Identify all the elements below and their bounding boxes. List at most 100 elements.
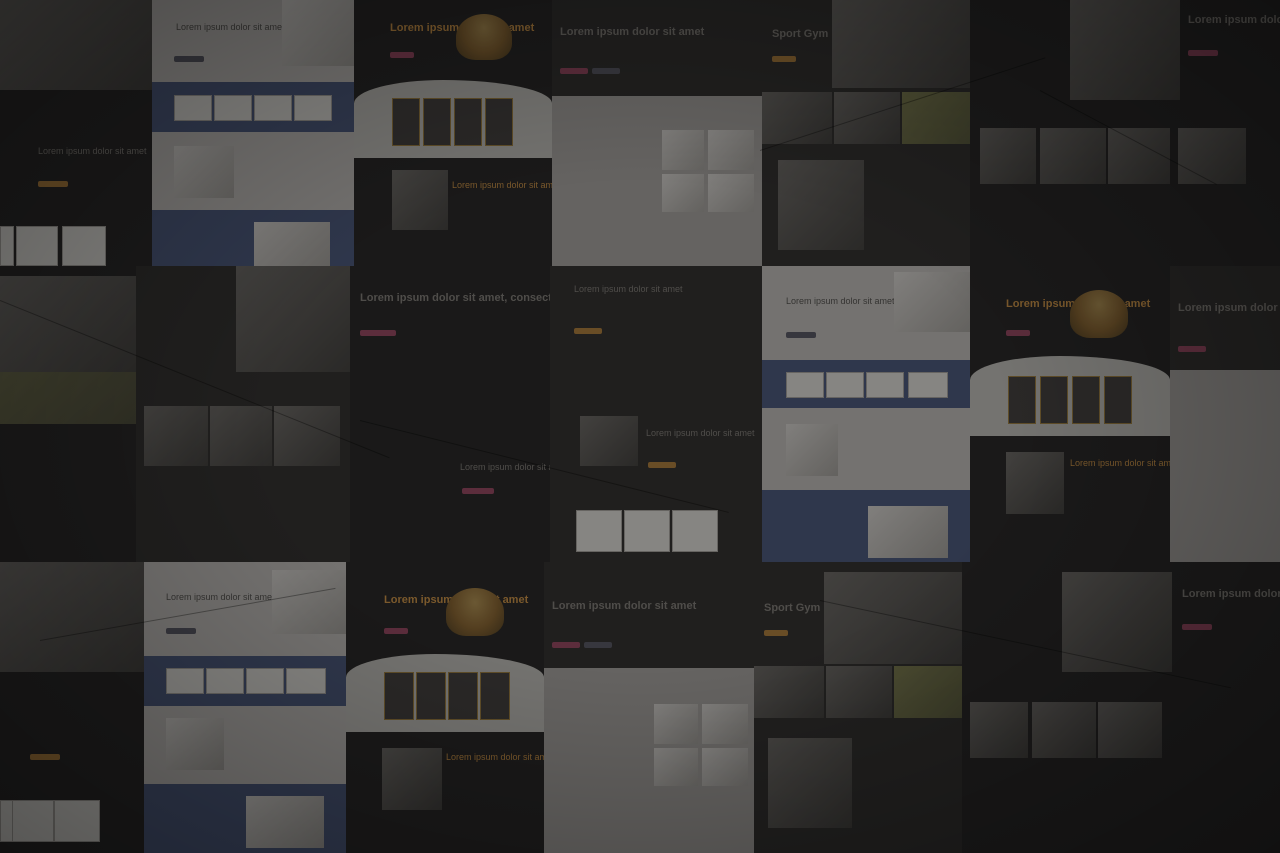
burger-image [1070, 290, 1128, 338]
fitness-photo [980, 128, 1036, 184]
gym-photo [0, 276, 136, 372]
dental-template-preview: Lorem ipsum dolor sit amet [1170, 266, 1280, 562]
fitness-photo [1178, 128, 1246, 184]
gym-photo [832, 0, 970, 88]
lorem-text: Lorem ipsum dolor sit amet [1070, 458, 1170, 468]
feature-box [0, 226, 14, 266]
feature-box [246, 668, 284, 694]
doctor-photo [174, 146, 234, 198]
fitness-photo [236, 266, 350, 372]
doctor-photo [246, 796, 324, 848]
cta-button [384, 628, 408, 634]
fitness-photo [1032, 702, 1096, 758]
cta-button [1182, 624, 1212, 630]
fitness-photo [1098, 702, 1162, 758]
gym-photo [826, 666, 892, 718]
burger-image [446, 588, 504, 636]
gym-template-preview [0, 266, 136, 562]
lorem-text: Lorem ipsum dolor sit amet [446, 752, 544, 762]
doctor-photo [254, 222, 330, 266]
menu-card [1104, 376, 1132, 424]
doctor-photo [786, 424, 838, 476]
cta-button [584, 642, 612, 648]
trainer-photo [580, 416, 638, 466]
feature-box [214, 95, 252, 121]
gallery-photo [662, 130, 704, 170]
feature-box [206, 668, 244, 694]
dental-template-preview: Lorem ipsum dolor sit amet [544, 562, 754, 853]
lorem-text: Lorem ipsum dolor sit amet [560, 26, 705, 38]
menu-card [448, 672, 478, 720]
doctor-photo [272, 570, 346, 634]
burger-template-preview: Lorem ipsum dolor sit amet Lorem ipsum d… [346, 562, 544, 853]
gallery-photo [708, 130, 754, 170]
feature-box [826, 372, 864, 398]
gym-photo [834, 92, 900, 144]
gallery-photo [702, 704, 748, 744]
gym-template-preview [0, 562, 144, 853]
feature-box [16, 226, 58, 266]
gallery-photo [662, 174, 704, 212]
sport-gym-template-preview: Sport Gym [754, 562, 962, 853]
feature-box [866, 372, 904, 398]
cta-button [648, 462, 676, 468]
cta-button [764, 630, 788, 636]
medical-template-preview: Lorem ipsum dolor sit amet [152, 0, 354, 266]
lorem-text: Lorem ipsum dolor sit amet [574, 284, 683, 294]
fitness-photo [1062, 572, 1172, 672]
doctor-photo [166, 718, 224, 770]
cta-button [30, 754, 60, 760]
feature-box [254, 95, 292, 121]
fitness-photo [1040, 128, 1106, 184]
burger-template-preview: Lorem ipsum dolor sit amet Lorem ipsum d… [354, 0, 552, 266]
feature-box [174, 95, 212, 121]
menu-card [1072, 376, 1100, 424]
cta-button [574, 328, 602, 334]
light-section [1170, 370, 1280, 562]
fitness-template-preview: Lorem ipsum dolor sit amet, consectetur … [970, 0, 1280, 266]
gallery-photo [708, 174, 754, 212]
menu-card [416, 672, 446, 720]
lorem-headline: Lorem ipsum dolor sit amet, consectetur … [1182, 588, 1280, 600]
feature-box [576, 510, 622, 552]
gym-photo [0, 372, 136, 424]
gym-photo [824, 572, 962, 664]
lorem-text: Lorem ipsum dolor sit amet [176, 22, 285, 32]
trainer-photo [778, 160, 864, 250]
gym-photo [0, 0, 152, 90]
food-photo [1006, 452, 1064, 514]
dental-template-preview: Lorem ipsum dolor sit amet [552, 0, 762, 266]
menu-card [392, 98, 420, 146]
cta-button [560, 68, 588, 74]
feature-box [672, 510, 718, 552]
lorem-text: Lorem ipsum dolor sit amet [646, 428, 755, 438]
trainer-template-preview: Lorem ipsum dolor sit amet Lorem ipsum d… [550, 266, 762, 562]
lorem-headline: Lorem ipsum dolor sit amet, consectetur … [360, 292, 550, 304]
lorem-text: Lorem ipsum dolor sit amet [552, 600, 697, 612]
cta-button [38, 181, 68, 187]
cta-button [1006, 330, 1030, 336]
sport-gym-title: Sport Gym [764, 602, 821, 614]
gallery-photo [654, 704, 698, 744]
burger-template-preview: Lorem ipsum dolor sit amet Lorem ipsum d… [970, 266, 1170, 562]
lorem-text: Lorem ipsum dolor sit amet [452, 180, 552, 190]
feature-box [786, 372, 824, 398]
template-collage-background: Lorem ipsum dolor sit amet Lorem ipsum d… [0, 0, 1280, 853]
food-photo [392, 170, 448, 230]
doctor-photo [282, 0, 354, 66]
medical-template-preview: Lorem ipsum dolor sit amet [762, 266, 970, 562]
fitness-photo [970, 702, 1028, 758]
cta-button [174, 56, 204, 62]
wave-section [354, 80, 552, 158]
fitness-photo [1108, 128, 1170, 184]
doctor-photo [894, 272, 970, 332]
lorem-headline: Lorem ipsum dolor sit amet, consectetur … [1188, 14, 1280, 26]
feature-box [166, 668, 204, 694]
menu-card [384, 672, 414, 720]
menu-card [423, 98, 451, 146]
cta-button [786, 332, 816, 338]
menu-card [480, 672, 510, 720]
fitness-photo [1070, 0, 1180, 100]
trainer-photo [768, 738, 852, 828]
menu-card [454, 98, 482, 146]
